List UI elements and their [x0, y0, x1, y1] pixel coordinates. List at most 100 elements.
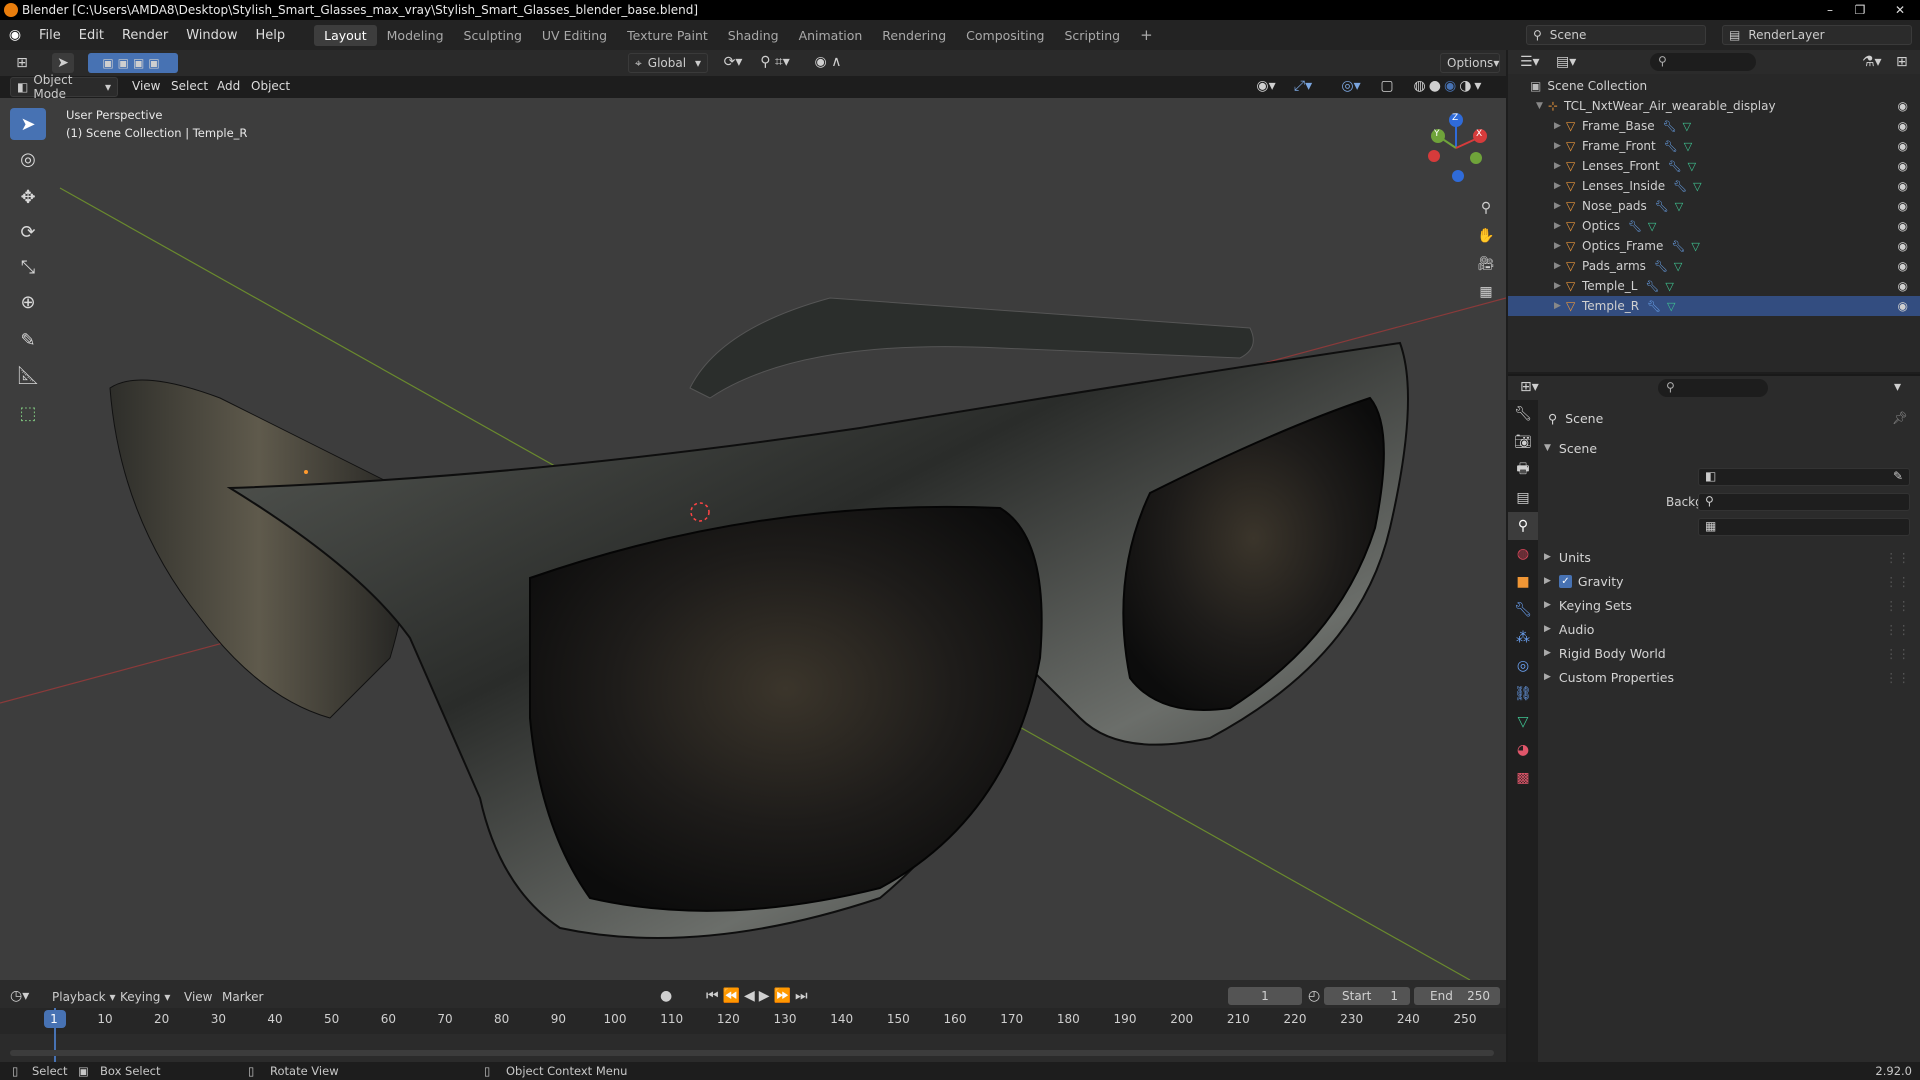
- subpanel-header[interactable]: ▶ Keying Sets ⋮⋮: [1538, 595, 1920, 615]
- material-tab-icon[interactable]: ◕: [1508, 736, 1538, 764]
- expand-arrow-icon[interactable]: ▶: [1554, 121, 1566, 131]
- modifier-icon[interactable]: 🔧︎: [1668, 160, 1682, 173]
- outliner-object-row[interactable]: ▶ ▽ Optics_Frame 🔧︎ ▽ ◉: [1508, 236, 1920, 256]
- visibility-eye-icon[interactable]: ◉: [1898, 279, 1908, 293]
- outliner-object-row[interactable]: ▶ ▽ Temple_L 🔧︎ ▽ ◉: [1508, 276, 1920, 296]
- add-workspace-icon[interactable]: +: [1130, 23, 1163, 47]
- viewport-menu-object[interactable]: Object: [251, 79, 290, 93]
- modifier-icon[interactable]: 🔧︎: [1645, 280, 1659, 293]
- expand-arrow-icon[interactable]: ▶: [1554, 241, 1566, 251]
- visibility-eye-icon[interactable]: ◉: [1898, 219, 1908, 233]
- texture-tab-icon[interactable]: ▩: [1508, 764, 1538, 792]
- visibility-eye-icon[interactable]: ◉: [1898, 159, 1908, 173]
- options-dropdown[interactable]: Options ▾: [1440, 53, 1500, 73]
- tab-layout[interactable]: Layout: [314, 24, 377, 46]
- expand-arrow-icon[interactable]: ▶: [1554, 161, 1566, 171]
- expand-arrow-icon[interactable]: ▶: [1554, 181, 1566, 191]
- modifier-icon[interactable]: 🔧︎: [1671, 240, 1685, 253]
- constraints-tab-icon[interactable]: ⛓︎: [1508, 680, 1538, 708]
- visibility-eye-icon[interactable]: ◉: [1898, 179, 1908, 193]
- expand-arrow-icon[interactable]: ▶: [1554, 281, 1566, 291]
- measure-tool-icon[interactable]: 📐︎: [10, 359, 46, 391]
- visibility-eye-icon[interactable]: ◉: [1898, 199, 1908, 213]
- proportional-edit-icon[interactable]: ◉ ∧: [808, 54, 848, 70]
- start-frame-field[interactable]: Start 1: [1324, 987, 1410, 1005]
- modifier-icon[interactable]: 🔧︎: [1647, 300, 1661, 313]
- end-frame-field[interactable]: End 250: [1414, 987, 1500, 1005]
- visibility-icon[interactable]: ◉▾: [1252, 78, 1280, 94]
- clock-icon[interactable]: ◴: [1308, 988, 1320, 1004]
- modifier-icon[interactable]: 🔧︎: [1628, 220, 1642, 233]
- editor-type-icon[interactable]: ⊞: [10, 54, 34, 72]
- mesh-data-icon[interactable]: ▽: [1683, 120, 1691, 133]
- mesh-data-icon[interactable]: ▽: [1688, 160, 1696, 173]
- expand-arrow-icon[interactable]: ▶: [1554, 301, 1566, 311]
- overlay-toggle-icon[interactable]: ◎▾: [1334, 78, 1368, 94]
- outliner-object-row[interactable]: ▶ ▽ Frame_Front 🔧︎ ▽ ◉: [1508, 136, 1920, 156]
- outliner-object-row[interactable]: ▶ ▽ Frame_Base 🔧︎ ▽ ◉: [1508, 116, 1920, 136]
- world-tab-icon[interactable]: ◍: [1508, 540, 1538, 568]
- timeline-type-icon[interactable]: ◷▾: [10, 988, 29, 1004]
- maximize-button[interactable]: ❐: [1845, 0, 1875, 20]
- xray-icon[interactable]: ▢: [1378, 78, 1396, 94]
- chevron-down-icon[interactable]: ▾: [1894, 379, 1901, 395]
- tab-rendering[interactable]: Rendering: [872, 25, 956, 46]
- subpanel-header[interactable]: ▶ Custom Properties ⋮⋮: [1538, 667, 1920, 687]
- scene-tab-icon[interactable]: ⚲: [1508, 512, 1538, 540]
- select-cursor-icon[interactable]: ➤: [52, 53, 74, 73]
- outliner-search-input[interactable]: ⚲: [1650, 53, 1756, 71]
- subpanel-header[interactable]: ▶ Rigid Body World ⋮⋮: [1538, 643, 1920, 663]
- ortho-grid-icon[interactable]: ▦: [1474, 280, 1498, 304]
- outliner-collection-row[interactable]: ▼ ⊹ TCL_NxtWear_Air_wearable_display ◉: [1508, 96, 1920, 116]
- transform-tool-icon[interactable]: ⊕: [10, 286, 46, 318]
- modifier-icon[interactable]: 🔧︎: [1663, 120, 1677, 133]
- modifier-icon[interactable]: 🔧︎: [1654, 260, 1668, 273]
- outliner-object-row[interactable]: ▶ ▽ Optics 🔧︎ ▽ ◉: [1508, 216, 1920, 236]
- render-layer-selector[interactable]: ▤ RenderLayer: [1722, 25, 1912, 45]
- mesh-data-icon[interactable]: ▽: [1674, 260, 1682, 273]
- menu-render[interactable]: Render: [113, 28, 177, 43]
- viewport-menu-view[interactable]: View: [132, 79, 160, 93]
- timeline-menu-marker[interactable]: Marker: [222, 990, 263, 1004]
- camera-view-icon[interactable]: 🎥︎: [1474, 252, 1498, 276]
- pivot-icon[interactable]: ⟳▾: [718, 54, 748, 70]
- physics-tab-icon[interactable]: ◎: [1508, 652, 1538, 680]
- outliner-object-row[interactable]: ▶ ▽ Pads_arms 🔧︎ ▽ ◉: [1508, 256, 1920, 276]
- menu-window[interactable]: Window: [177, 28, 246, 43]
- expand-arrow-icon[interactable]: ▶: [1554, 141, 1566, 151]
- modifier-tab-icon[interactable]: 🔧︎: [1508, 596, 1538, 624]
- subpanel-header[interactable]: ▶ Audio ⋮⋮: [1538, 619, 1920, 639]
- field-input[interactable]: ⚲: [1698, 493, 1910, 511]
- menu-file[interactable]: File: [30, 28, 70, 43]
- snap-icon[interactable]: ⚲ ⌗▾: [750, 54, 800, 70]
- outliner-scene-collection[interactable]: ▣ Scene Collection: [1508, 76, 1920, 96]
- modifier-icon[interactable]: 🔧︎: [1664, 140, 1678, 153]
- scene-panel-header[interactable]: ▼ Scene: [1538, 438, 1920, 458]
- expand-arrow-icon[interactable]: ▼: [1536, 101, 1548, 111]
- rotate-tool-icon[interactable]: ⟳: [10, 216, 46, 248]
- outliner-object-row[interactable]: ▶ ▽ Lenses_Front 🔧︎ ▽ ◉: [1508, 156, 1920, 176]
- move-tool-icon[interactable]: ✥: [10, 181, 46, 213]
- visibility-eye-icon[interactable]: ◉: [1898, 119, 1908, 133]
- tab-compositing[interactable]: Compositing: [956, 25, 1054, 46]
- select-box-tool-icon[interactable]: ➤: [10, 108, 46, 140]
- scene-selector[interactable]: ⚲ Scene: [1526, 25, 1706, 45]
- expand-arrow-icon[interactable]: ▶: [1554, 221, 1566, 231]
- filter-icon[interactable]: ⚗▾: [1862, 54, 1882, 70]
- properties-type-icon[interactable]: ⊞▾: [1520, 379, 1539, 395]
- drag-handle-icon[interactable]: ⋮⋮: [1885, 550, 1910, 565]
- mesh-data-icon[interactable]: ▽: [1693, 180, 1701, 193]
- mesh-data-icon[interactable]: ▽: [1684, 140, 1692, 153]
- tab-animation[interactable]: Animation: [789, 25, 873, 46]
- drag-handle-icon[interactable]: ⋮⋮: [1885, 622, 1910, 637]
- drag-handle-icon[interactable]: ⋮⋮: [1885, 574, 1910, 589]
- tab-texture-paint[interactable]: Texture Paint: [617, 25, 718, 46]
- subpanel-header[interactable]: ▶ Units ⋮⋮: [1538, 547, 1920, 567]
- mesh-data-icon[interactable]: ▽: [1648, 220, 1656, 233]
- render-tab-icon[interactable]: 📷︎: [1508, 428, 1538, 456]
- new-collection-icon[interactable]: ⊞: [1896, 54, 1908, 70]
- mode-dropdown[interactable]: ◧ Object Mode ▾: [10, 73, 118, 101]
- expand-arrow-icon[interactable]: ▶: [1554, 261, 1566, 271]
- outliner-type-icon[interactable]: ☰▾: [1520, 54, 1540, 70]
- drag-handle-icon[interactable]: ⋮⋮: [1885, 598, 1910, 613]
